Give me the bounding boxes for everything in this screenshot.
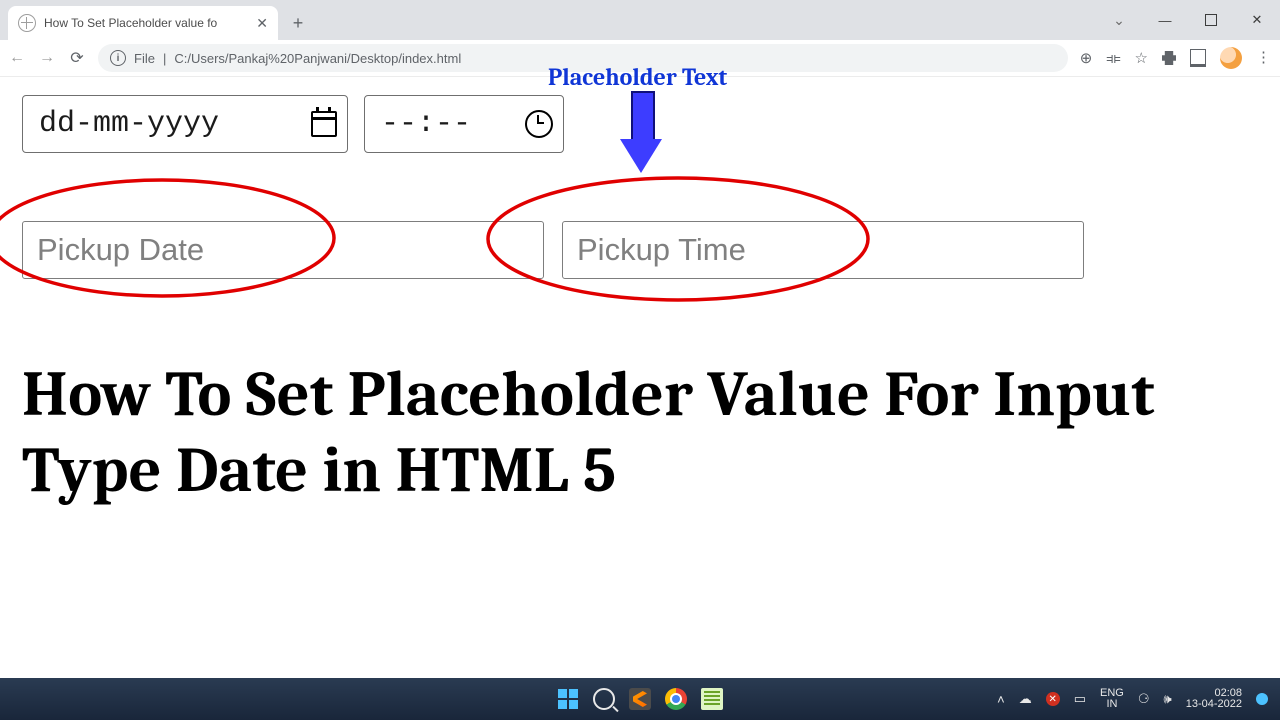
extensions-icon[interactable] bbox=[1162, 51, 1176, 65]
taskbar-app-chrome[interactable] bbox=[662, 685, 690, 713]
info-icon[interactable]: i bbox=[110, 50, 126, 66]
browser-tab[interactable]: How To Set Placeholder value fo ✕ bbox=[8, 6, 278, 40]
battery-icon[interactable]: ▭ bbox=[1074, 691, 1086, 707]
reload-button[interactable]: ⟳ bbox=[68, 48, 86, 68]
security-warning-icon[interactable]: ✕ bbox=[1046, 692, 1060, 706]
pickup-time-input[interactable]: Pickup Time bbox=[562, 221, 1084, 279]
close-tab-icon[interactable]: ✕ bbox=[256, 15, 268, 32]
caret-down-icon[interactable]: ⌄ bbox=[1096, 0, 1142, 40]
time-input-value: --:-- bbox=[381, 107, 471, 141]
pickup-date-input[interactable]: Pickup Date bbox=[22, 221, 544, 279]
share-icon[interactable]: ⟚ bbox=[1106, 50, 1120, 67]
url-scheme: File bbox=[134, 51, 155, 66]
taskbar-search-button[interactable] bbox=[590, 685, 618, 713]
url-path: C:/Users/Pankaj%20Panjwani/Desktop/index… bbox=[174, 51, 461, 66]
taskbar-app-notepadpp[interactable] bbox=[698, 685, 726, 713]
volume-icon[interactable]: 🕪 bbox=[1164, 691, 1172, 707]
tray-chevron-icon[interactable]: ˄ bbox=[997, 692, 1005, 707]
globe-icon bbox=[18, 14, 36, 32]
wifi-icon[interactable]: ⚆ bbox=[1138, 691, 1150, 707]
start-button[interactable] bbox=[554, 685, 582, 713]
taskbar-clock[interactable]: 02:08 13-04-2022 bbox=[1186, 688, 1242, 710]
new-tab-button[interactable]: + bbox=[284, 9, 312, 37]
page-heading: How To Set Placeholder Value For Input T… bbox=[22, 357, 1258, 508]
browser-titlebar: How To Set Placeholder value fo ✕ + ⌄ — … bbox=[0, 0, 1280, 40]
date-input-native[interactable]: dd-mm-yyyy bbox=[22, 95, 348, 153]
calendar-icon[interactable] bbox=[311, 111, 337, 137]
windows-taskbar: ˄ ☁ ✕ ▭ ENG IN ⚆ 🕪 02:08 13-04-2022 bbox=[0, 678, 1280, 720]
time-input-native[interactable]: --:-- bbox=[364, 95, 564, 153]
reading-list-icon[interactable] bbox=[1190, 49, 1206, 67]
menu-icon[interactable]: ⋮ bbox=[1256, 56, 1272, 60]
clock-icon[interactable] bbox=[525, 110, 553, 138]
close-window-button[interactable]: ✕ bbox=[1234, 0, 1280, 40]
minimize-button[interactable]: — bbox=[1142, 0, 1188, 40]
notification-badge-icon[interactable] bbox=[1256, 693, 1268, 705]
date-input-value: dd-mm-yyyy bbox=[39, 107, 219, 141]
page-content: dd-mm-yyyy --:-- Pickup Date Pickup Time… bbox=[0, 77, 1280, 508]
bookmark-icon[interactable]: ☆ bbox=[1135, 49, 1148, 67]
taskbar-app-sublime[interactable] bbox=[626, 685, 654, 713]
forward-button: → bbox=[38, 49, 56, 67]
annotation-label: Placeholder Text bbox=[548, 63, 727, 91]
zoom-icon[interactable]: ⊕ bbox=[1080, 49, 1093, 67]
arrow-down-icon bbox=[620, 91, 662, 179]
language-indicator[interactable]: ENG IN bbox=[1100, 688, 1124, 710]
maximize-button[interactable] bbox=[1188, 0, 1234, 40]
back-button[interactable]: ← bbox=[8, 49, 26, 67]
pickup-date-placeholder: Pickup Date bbox=[37, 232, 204, 268]
pickup-time-placeholder: Pickup Time bbox=[577, 232, 746, 268]
onedrive-icon[interactable]: ☁ bbox=[1019, 691, 1032, 707]
tab-title: How To Set Placeholder value fo bbox=[44, 16, 248, 30]
profile-avatar[interactable] bbox=[1220, 47, 1242, 69]
